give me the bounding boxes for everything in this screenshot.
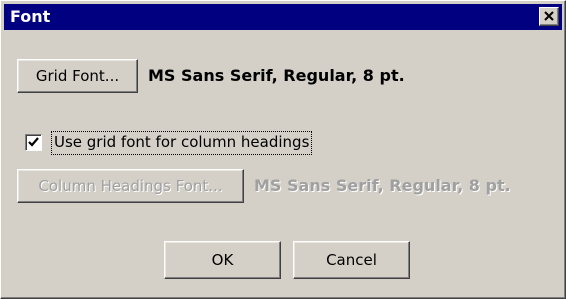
close-x-icon bbox=[544, 11, 554, 21]
use-grid-font-label[interactable]: Use grid font for column headings bbox=[51, 131, 313, 155]
font-dialog: Font Grid Font... MS Sans Serif, Regular… bbox=[0, 0, 566, 299]
ok-button[interactable]: OK bbox=[164, 241, 281, 279]
close-button[interactable] bbox=[539, 7, 559, 26]
dialog-title: Font bbox=[10, 7, 51, 26]
column-headings-font-description: MS Sans Serif, Regular, 8 pt. bbox=[254, 176, 511, 195]
cancel-button[interactable]: Cancel bbox=[293, 241, 410, 279]
grid-font-button[interactable]: Grid Font... bbox=[17, 59, 138, 93]
checkmark-icon bbox=[28, 137, 39, 147]
column-headings-font-button[interactable]: Column Headings Font... bbox=[17, 169, 244, 203]
use-grid-font-checkbox[interactable] bbox=[25, 134, 42, 151]
title-bar[interactable]: Font bbox=[4, 4, 562, 30]
grid-font-description: MS Sans Serif, Regular, 8 pt. bbox=[148, 66, 405, 85]
